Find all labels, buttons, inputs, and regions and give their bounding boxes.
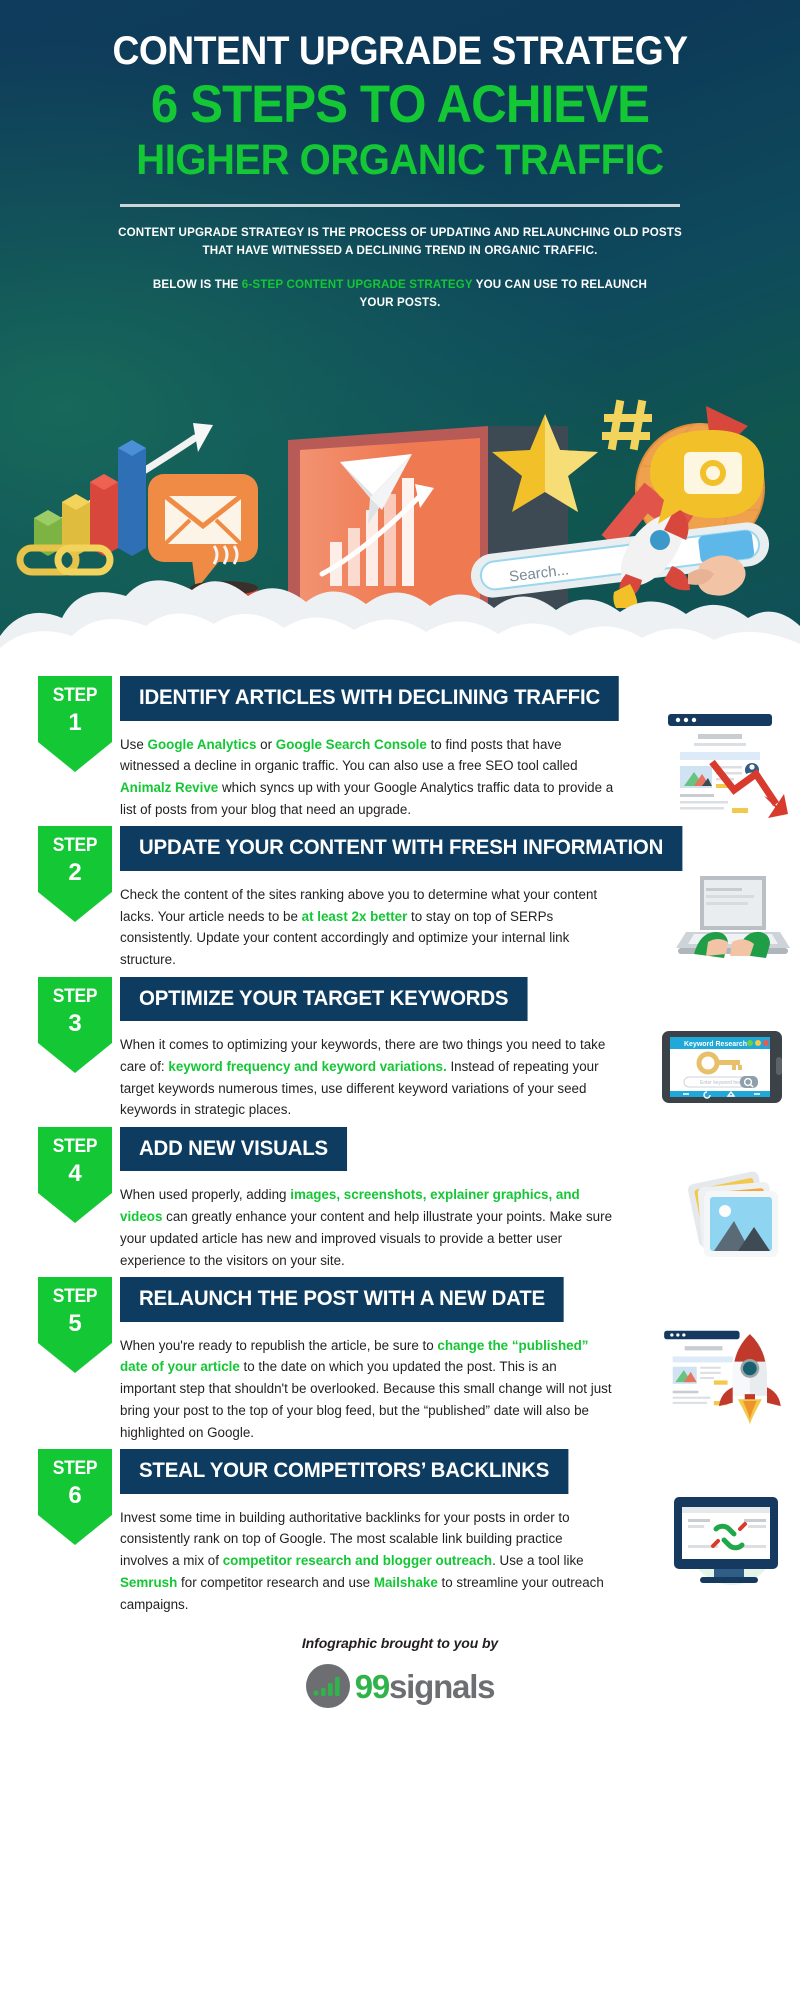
page-title-line2: 6 STEPS TO ACHIEVE <box>150 75 650 135</box>
step-badge-number: 1 <box>68 709 82 736</box>
step-badge-number: 4 <box>68 1159 82 1187</box>
hero-subdescription: BELOW IS THE 6-STEP CONTENT UPGRADE STRA… <box>150 276 650 312</box>
hero-description: CONTENT UPGRADE STRATEGY IS THE PROCESS … <box>118 226 682 258</box>
highlighted-text: Google Search Console <box>275 736 427 752</box>
step-badge-6: STEP 6 <box>38 1449 112 1546</box>
browser-rocket-launch-icon <box>664 1330 781 1426</box>
step-badge-number: 3 <box>68 1009 82 1037</box>
hashtag-icon <box>602 399 652 451</box>
hero-sub-pre: BELOW IS THE <box>152 278 242 292</box>
body-text: can greatly enhance your content and hel… <box>120 1209 613 1268</box>
body-text: When used properly, adding <box>120 1187 291 1203</box>
step-item-6: STEP 6 STEAL YOUR COMPETITORS’ BACKLINKS… <box>0 1449 800 1615</box>
hero-sub-highlight: 6-STEP CONTENT UPGRADE STRATEGY <box>241 278 473 292</box>
monitor-broken-link-icon <box>674 1497 778 1586</box>
laptop-typing-hands-icon <box>676 876 790 959</box>
highlighted-text: Animalz Revive <box>120 779 219 795</box>
step-title-1: IDENTIFY ARTICLES WITH DECLINING TRAFFIC <box>120 676 620 721</box>
hero-header: CONTENT UPGRADE STRATEGY 6 STEPS TO ACHI… <box>0 0 800 660</box>
step-text-3: When it comes to optimizing your keyword… <box>120 1034 614 1121</box>
page-title-line3: HIGHER ORGANIC TRAFFIC <box>136 136 664 185</box>
cloud-divider <box>0 580 800 660</box>
step-title-4: ADD NEW VISUALS <box>120 1126 347 1172</box>
brand-number: 99 <box>354 1667 391 1705</box>
step-text-5: When you're ready to republish the artic… <box>120 1335 614 1444</box>
step-item-4: STEP 4 ADD NEW VISUALS When used properl… <box>0 1126 800 1271</box>
step-item-3: STEP 3 OPTIMIZE YOUR TARGET KEYWORDS Whe… <box>0 976 800 1121</box>
step-badge-3: STEP 3 <box>38 976 112 1073</box>
step-badge-2: STEP 2 <box>38 826 112 923</box>
highlighted-text: Google Analytics <box>147 736 257 752</box>
step-item-2: STEP 2 UPDATE YOUR CONTENT WITH FRESH IN… <box>0 826 800 970</box>
brand-logo[interactable]: 99signals <box>0 1664 800 1709</box>
steps-list: STEP 1 IDENTIFY ARTICLES WITH DECLINING … <box>0 660 800 1615</box>
step-badge-word: STEP <box>52 685 98 706</box>
body-text: When you're ready to republish the artic… <box>120 1337 438 1353</box>
step-badge-word: STEP <box>52 1135 98 1157</box>
brand-wordmark: 99signals <box>354 1667 496 1705</box>
step-badge-5: STEP 5 <box>38 1277 112 1374</box>
highlighted-text: at least 2x better <box>301 908 408 924</box>
footer: Infographic brought to you by 99signals <box>0 1621 800 1738</box>
body-text: Use <box>120 736 148 752</box>
step-text-6: Invest some time in building authoritati… <box>120 1507 614 1616</box>
step-title-6: STEAL YOUR COMPETITORS’ BACKLINKS <box>120 1449 569 1494</box>
tablet-input-placeholder: Enter keyword here <box>700 1080 744 1086</box>
tablet-keyword-research-icon: Keyword Research Enter keyword here <box>662 1030 782 1103</box>
body-text: for competitor research and use <box>177 1574 374 1590</box>
title-divider <box>120 204 680 208</box>
tablet-app-title: Keyword Research <box>684 1041 747 1048</box>
browser-declining-chart-icon <box>668 714 788 818</box>
highlighted-text: Semrush <box>120 1574 178 1590</box>
body-text: or <box>256 736 276 752</box>
step-text-4: When used properly, adding images, scree… <box>120 1184 614 1271</box>
brand-name: signals <box>389 1667 496 1705</box>
step-badge-1: STEP 1 <box>38 676 112 772</box>
step-badge-word: STEP <box>52 985 98 1007</box>
step-badge-4: STEP 4 <box>38 1126 112 1223</box>
signal-bars-icon <box>305 1664 350 1709</box>
step-title-5: RELAUNCH THE POST WITH A NEW DATE <box>120 1277 564 1322</box>
step-badge-number: 6 <box>68 1482 82 1510</box>
step-badge-word: STEP <box>52 1286 98 1308</box>
page-title: CONTENT UPGRADE STRATEGY <box>112 29 688 73</box>
step-badge-word: STEP <box>52 835 98 857</box>
stacked-photos-icon <box>688 1171 778 1257</box>
photo-bubble-icon <box>650 430 764 524</box>
step-text-2: Check the content of the sites ranking a… <box>120 884 614 971</box>
body-text: . Use a tool like <box>492 1553 584 1569</box>
step-badge-word: STEP <box>52 1458 98 1480</box>
highlighted-text: Mailshake <box>373 1574 438 1590</box>
step-item-1: STEP 1 IDENTIFY ARTICLES WITH DECLINING … <box>0 676 800 820</box>
step-badge-number: 2 <box>68 859 82 887</box>
step-text-1: Use Google Analytics or Google Search Co… <box>120 734 614 821</box>
infographic-page: CONTENT UPGRADE STRATEGY 6 STEPS TO ACHI… <box>0 0 800 1739</box>
step-title-3: OPTIMIZE YOUR TARGET KEYWORDS <box>120 976 528 1022</box>
footer-credit: Infographic brought to you by <box>301 1635 499 1652</box>
highlighted-text: keyword frequency and keyword variations… <box>168 1058 447 1074</box>
hero-text-block: CONTENT UPGRADE STRATEGY 6 STEPS TO ACHI… <box>0 0 800 312</box>
highlighted-text: competitor research and blogger outreach <box>222 1553 493 1569</box>
bar-chart-icon <box>34 440 146 556</box>
step-title-2: UPDATE YOUR CONTENT WITH FRESH INFORMATI… <box>120 826 683 871</box>
step-badge-number: 5 <box>68 1310 82 1338</box>
step-item-5: STEP 5 RELAUNCH THE POST WITH A NEW DATE… <box>0 1277 800 1443</box>
